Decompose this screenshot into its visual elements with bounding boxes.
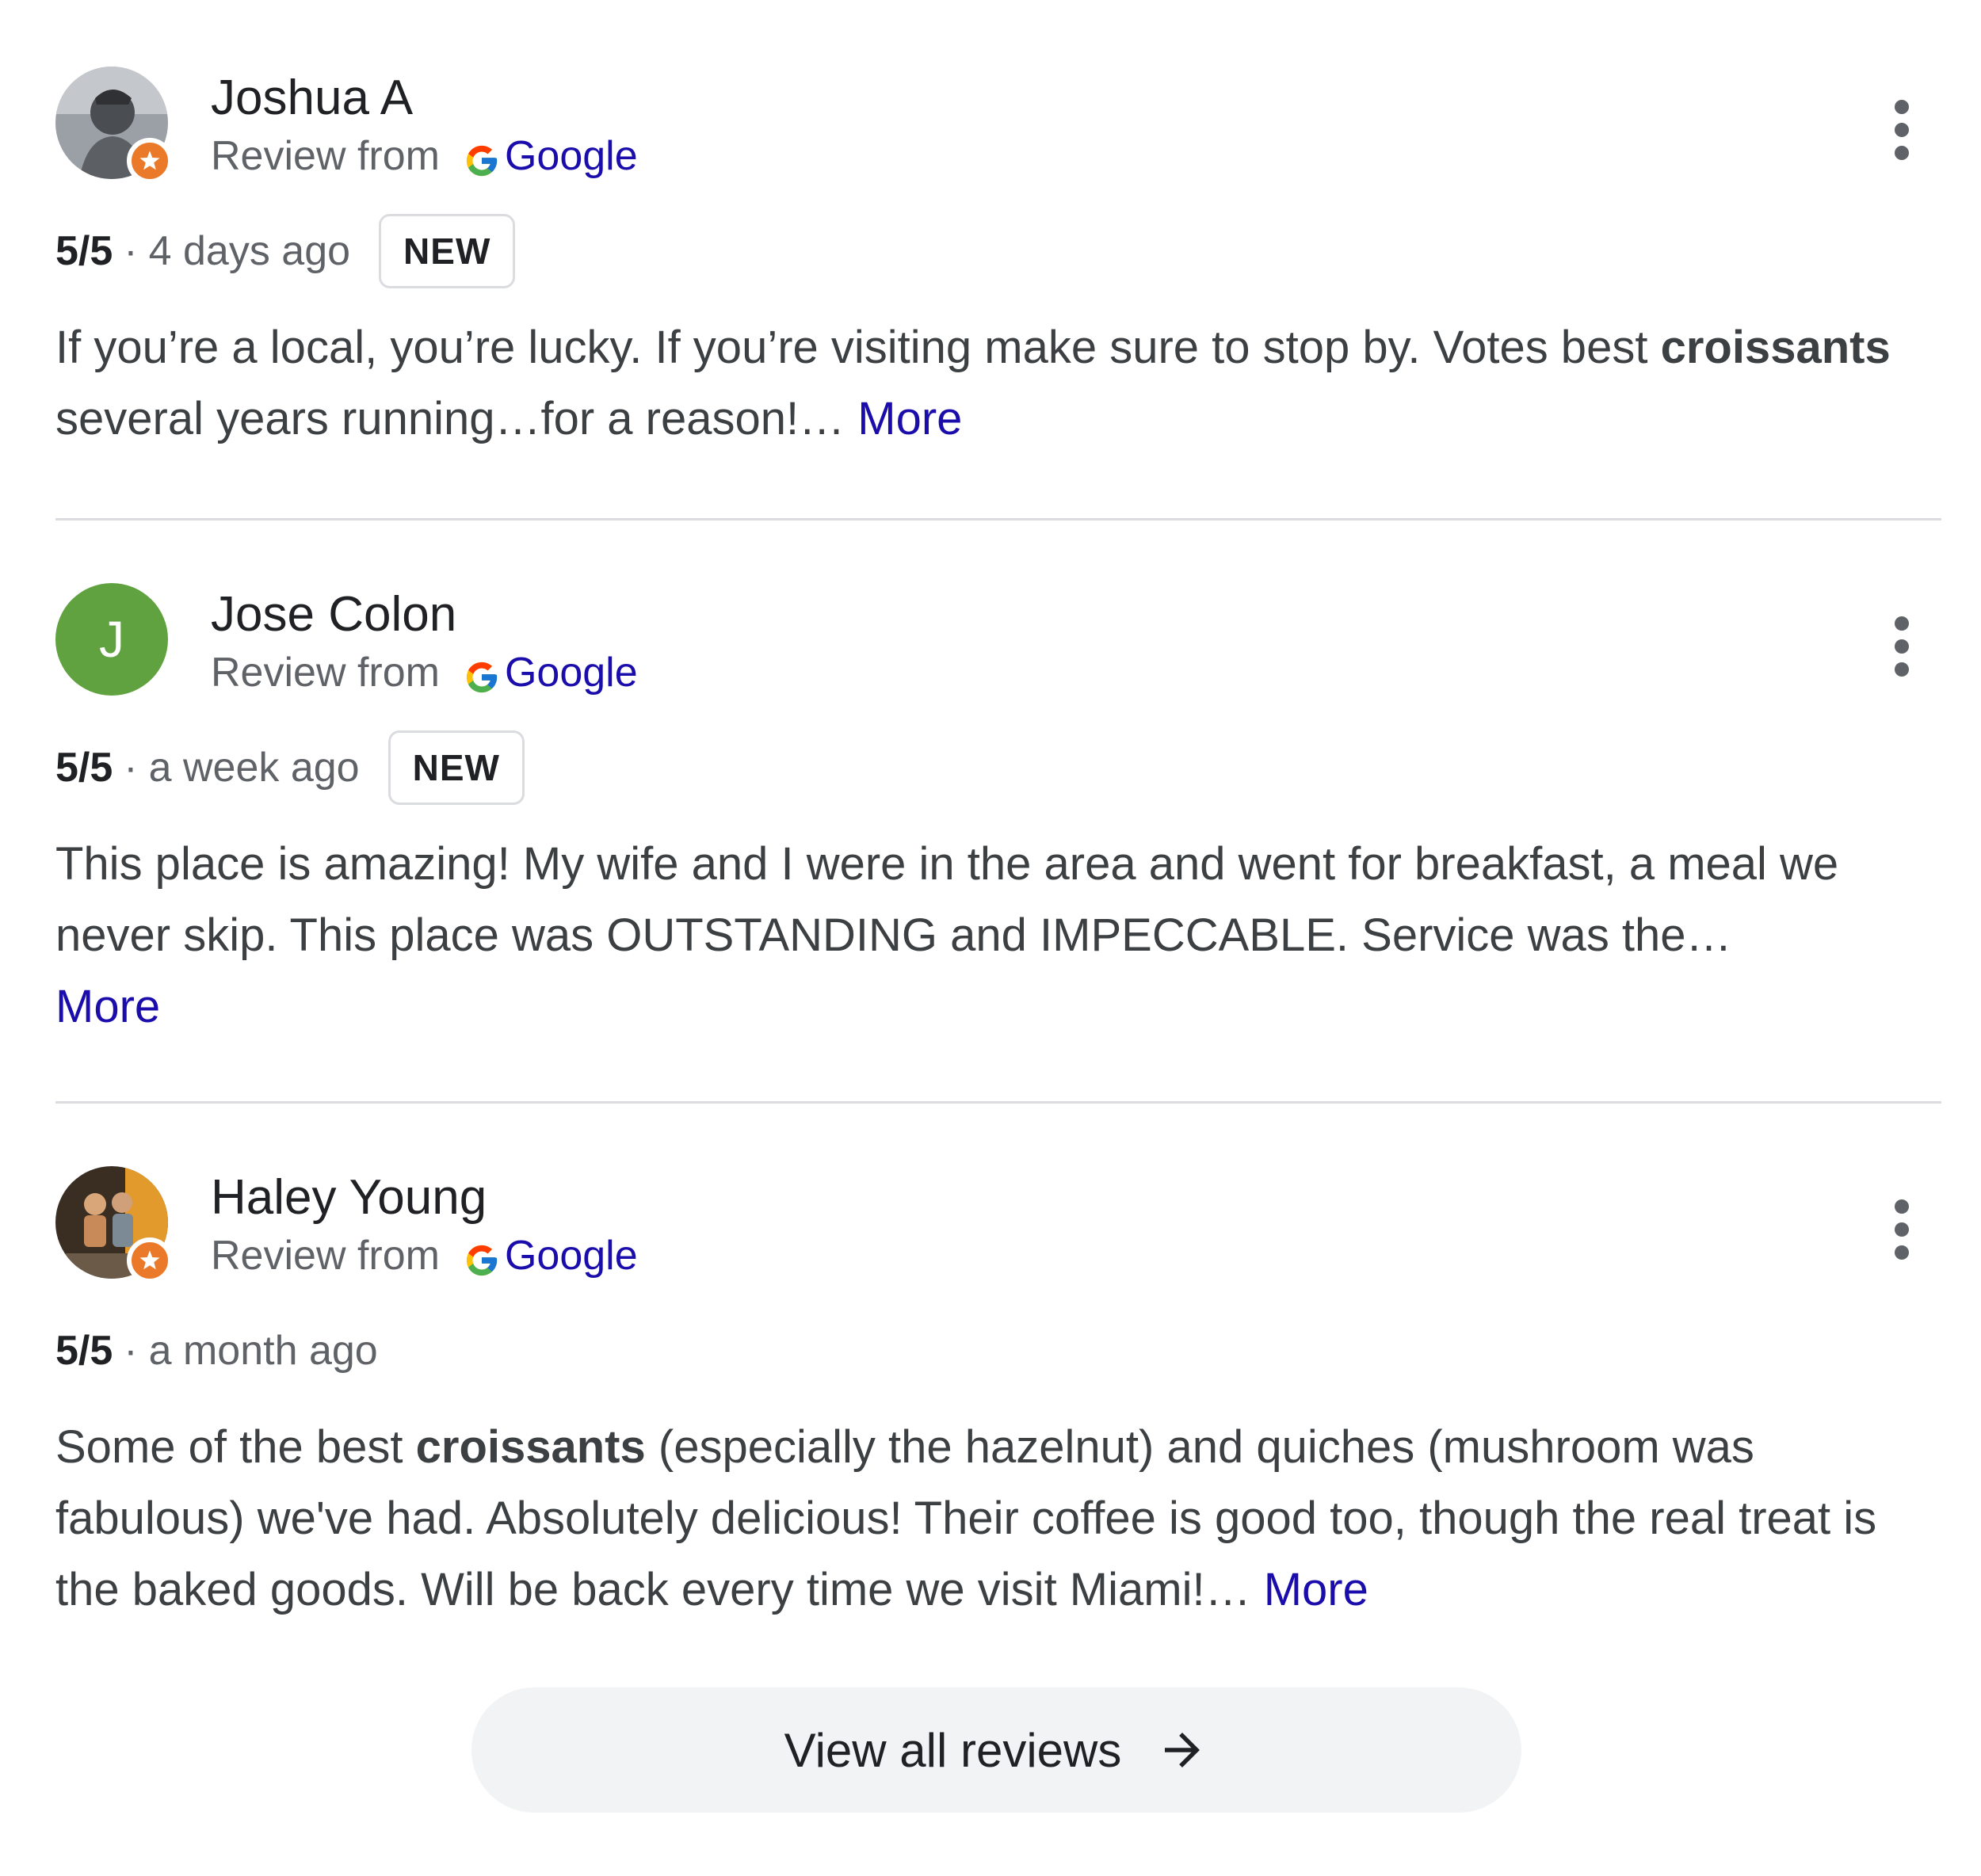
review-text-highlight: croissants [1660, 322, 1891, 373]
arrow-right-icon [1156, 1724, 1208, 1776]
reviewer-name[interactable]: Joshua A [211, 67, 413, 130]
google-link[interactable]: Google [505, 645, 638, 700]
view-all-reviews-label: View all reviews [784, 1723, 1122, 1777]
rating: 5/5 [55, 228, 113, 274]
google-link[interactable]: Google [505, 1228, 638, 1283]
more-options-icon[interactable] [1878, 607, 1926, 686]
review-meta: 5/5 · a week ago NEW [55, 730, 525, 805]
new-badge: NEW [387, 730, 525, 805]
divider [55, 1101, 1941, 1104]
review-source: Review from Google [211, 645, 638, 700]
local-guide-badge-icon [127, 138, 173, 184]
separator: · [124, 745, 138, 791]
more-options-icon[interactable] [1878, 90, 1926, 170]
review-text-part: This place is amazing! My wife and I wer… [55, 838, 1839, 961]
separator: · [124, 1328, 138, 1374]
google-g-icon [464, 654, 500, 693]
google-g-icon [464, 138, 500, 177]
reviews-panel: Joshua A Review from Google 5/5 · 4 days… [0, 0, 1981, 1876]
review-source: Review from Google [211, 1228, 638, 1283]
review-text: If you’re a local, you’re lucky. If you’… [55, 312, 1941, 455]
google-g-icon [464, 1237, 500, 1276]
review-date: a week ago [148, 745, 360, 791]
review-text: This place is amazing! My wife and I wer… [55, 829, 1941, 1043]
review-text: Some of the best croissants (especially … [55, 1412, 1941, 1626]
review-meta: 5/5 · a month ago [55, 1314, 378, 1388]
review-source: Review from Google [211, 128, 638, 184]
review-text-part: If you’re a local, you’re lucky. If you’… [55, 322, 1661, 373]
avatar[interactable]: J [55, 583, 168, 696]
review-text-highlight: croissants [415, 1421, 646, 1473]
review-meta: 5/5 · 4 days ago NEW [55, 214, 516, 288]
view-all-reviews-button[interactable]: View all reviews [471, 1687, 1521, 1813]
google-link[interactable]: Google [505, 128, 638, 184]
review-source-label: Review from [211, 133, 440, 179]
rating: 5/5 [55, 745, 113, 791]
more-link[interactable]: More [1264, 1564, 1368, 1615]
more-link[interactable]: More [857, 393, 962, 444]
review-text-part: several years running…for a reason!… [55, 393, 858, 444]
new-badge: NEW [379, 214, 516, 288]
more-link[interactable]: More [55, 981, 160, 1032]
more-options-icon[interactable] [1878, 1190, 1926, 1269]
reviewer-name[interactable]: Haley Young [211, 1166, 487, 1230]
review-date: a month ago [148, 1328, 378, 1374]
separator: · [124, 228, 138, 274]
review-date: 4 days ago [148, 228, 351, 274]
reviewer-name[interactable]: Jose Colon [211, 583, 456, 646]
review-source-label: Review from [211, 650, 440, 696]
review-source-label: Review from [211, 1233, 440, 1279]
local-guide-badge-icon [127, 1237, 173, 1283]
divider [55, 518, 1941, 520]
rating: 5/5 [55, 1328, 113, 1374]
review-text-part: Some of the best [55, 1421, 416, 1473]
